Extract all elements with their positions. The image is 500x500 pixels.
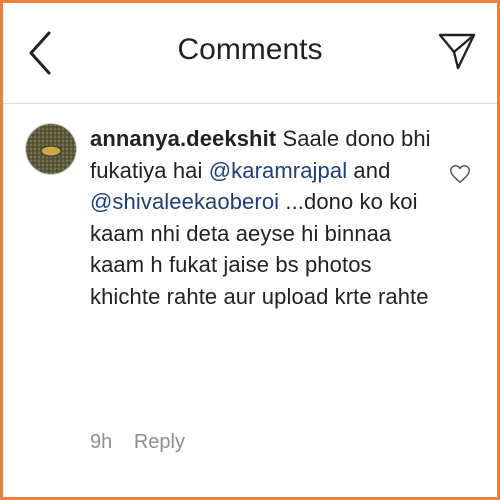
page-title: Comments — [177, 33, 323, 66]
direct-send-icon[interactable] — [437, 31, 477, 71]
comments-header: Comments — [3, 3, 497, 104]
heart-outline-icon[interactable] — [449, 163, 471, 185]
comment-timestamp: 9h — [90, 431, 113, 453]
mention-link-karamrajpal[interactable]: @karamrajpal — [209, 158, 347, 183]
reply-button[interactable]: Reply — [134, 431, 185, 453]
avatar-image — [26, 124, 76, 174]
avatar[interactable] — [25, 123, 77, 175]
comment-text-part-2: and — [353, 157, 391, 183]
comment-username[interactable]: annanya.deekshit — [90, 126, 276, 151]
comments-screen: Comments annanya.deekshit Saale dono bhi… — [3, 3, 497, 497]
comment-meta: 9h Reply — [90, 431, 201, 454]
comment-text: annanya.deekshit Saale dono bhi fukatiya… — [90, 123, 440, 312]
mention-link-shivaleekaoberoi[interactable]: @shivaleekaoberoi — [90, 189, 279, 214]
